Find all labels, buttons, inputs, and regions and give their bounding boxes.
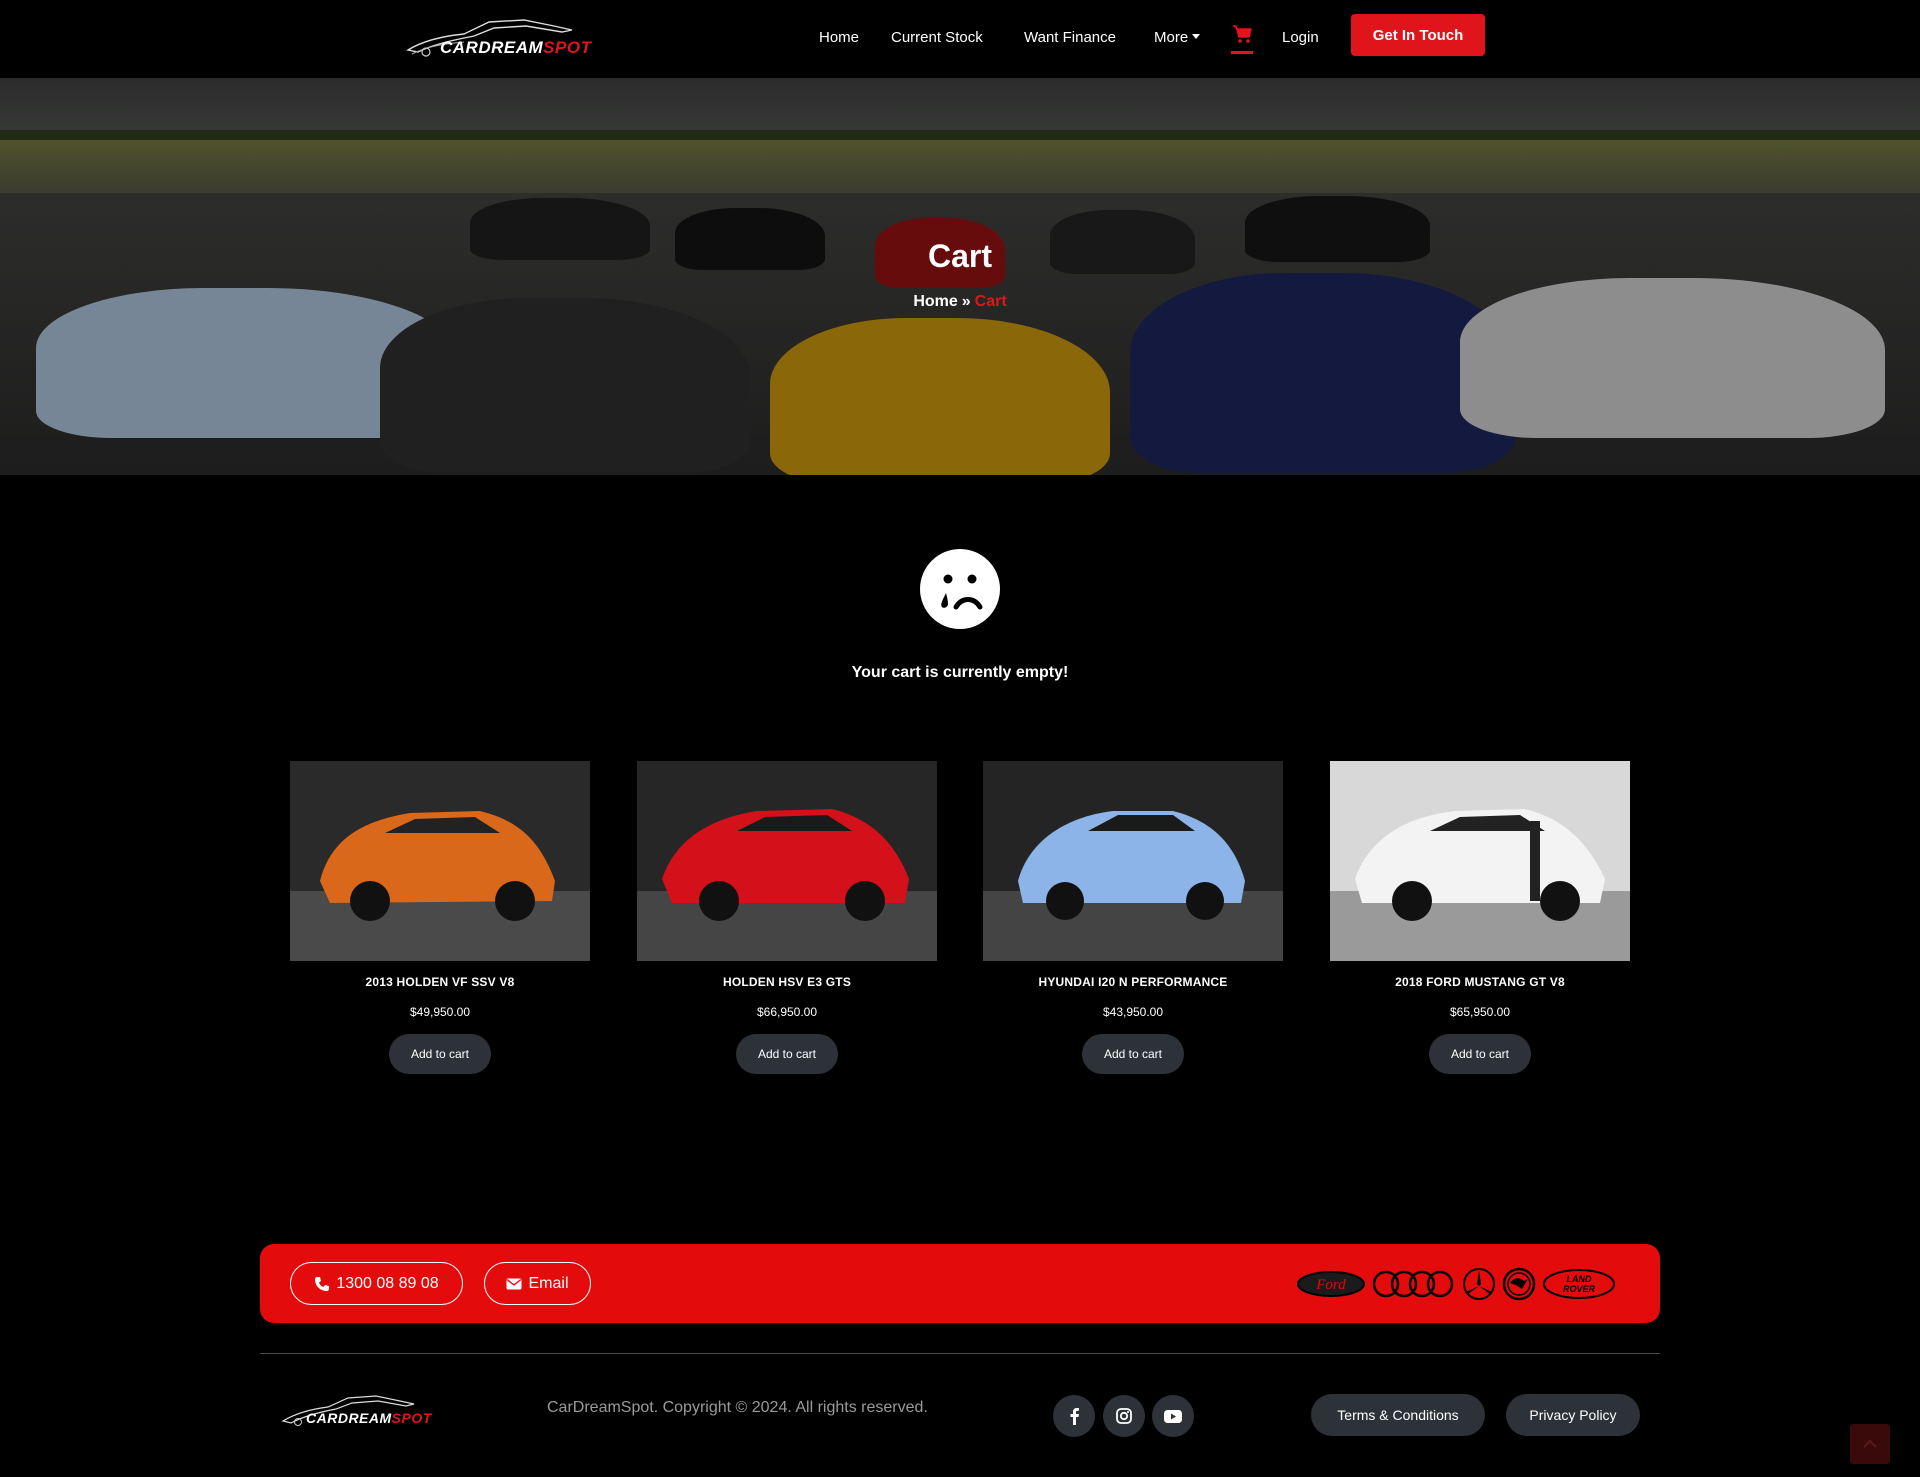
instagram-icon [1116, 1408, 1132, 1424]
sad-face-icon [920, 549, 1000, 629]
page-hero-banner: Cart Home» Cart [0, 78, 1920, 475]
svg-text:ROVER: ROVER [1563, 1284, 1596, 1294]
youtube-icon [1164, 1409, 1182, 1423]
product-image[interactable] [290, 761, 590, 961]
svg-text:Ford: Ford [1315, 1277, 1346, 1293]
footer-logo[interactable]: CARDREAMSPOT [280, 1393, 432, 1429]
product-title[interactable]: HOLDEN HSV E3 GTS [637, 975, 937, 989]
shopping-cart-icon [1233, 25, 1252, 43]
envelope-icon [506, 1278, 522, 1289]
product-price: $43,950.00 [1102, 1005, 1164, 1019]
back-to-top-button[interactable] [1850, 1424, 1890, 1464]
car-photo [290, 761, 590, 961]
product-card: HOLDEN HSV E3 GTS $66,950.00 Add to cart [637, 761, 937, 1074]
nav-login[interactable]: Login [1282, 29, 1319, 46]
breadcrumb: Home» Cart [0, 293, 1920, 311]
terms-conditions-button[interactable]: Terms & Conditions [1311, 1394, 1485, 1436]
mercedes-star-icon [1463, 1268, 1495, 1300]
product-image[interactable] [1330, 761, 1630, 961]
product-price: $66,950.00 [756, 1005, 818, 1019]
caret-down-icon [1192, 33, 1201, 39]
audi-rings-icon [1372, 1270, 1454, 1298]
contact-cta-bar: 1300 08 89 08 Email Ford LAND ROVER [260, 1244, 1660, 1323]
phone-button[interactable]: 1300 08 89 08 [290, 1262, 463, 1305]
breadcrumb-current: Cart [974, 293, 1007, 310]
product-card: HYUNDAI I20 N PERFORMANCE $43,950.00 Add… [983, 761, 1283, 1074]
get-in-touch-button[interactable]: Get In Touch [1351, 14, 1485, 56]
add-to-cart-button[interactable]: Add to cart [1082, 1034, 1184, 1074]
product-title[interactable]: 2018 FORD MUSTANG GT V8 [1330, 975, 1630, 989]
youtube-link[interactable] [1152, 1395, 1194, 1437]
nav-more-label: More [1154, 29, 1189, 46]
product-title[interactable]: 2013 HOLDEN VF SSV V8 [290, 975, 590, 989]
product-image[interactable] [637, 761, 937, 961]
product-image[interactable] [983, 761, 1283, 961]
phone-number: 1300 08 89 08 [336, 1274, 439, 1292]
email-button[interactable]: Email [484, 1262, 591, 1305]
svg-text:LAND: LAND [1567, 1274, 1592, 1284]
add-to-cart-button[interactable]: Add to cart [736, 1034, 838, 1074]
logo-text-red: SPOT [543, 38, 592, 57]
nav-home[interactable]: Home [819, 29, 859, 46]
top-navbar: CARDREAMSPOT Home Current Stock Want Fin… [0, 0, 1920, 78]
nav-current-stock[interactable]: Current Stock [891, 29, 983, 46]
nav-more-dropdown[interactable]: More [1154, 29, 1201, 46]
copyright-text: CarDreamSpot. Copyright © 2024. All righ… [547, 1399, 928, 1416]
facebook-link[interactable] [1053, 1395, 1095, 1437]
ford-logo-icon: Ford [1297, 1271, 1365, 1297]
product-price: $49,950.00 [409, 1005, 471, 1019]
instagram-link[interactable] [1103, 1395, 1145, 1437]
product-title[interactable]: HYUNDAI I20 N PERFORMANCE [983, 975, 1283, 989]
add-to-cart-button[interactable]: Add to cart [1429, 1034, 1531, 1074]
page-title: Cart [927, 238, 992, 274]
skoda-logo-icon [1502, 1267, 1536, 1301]
breadcrumb-separator: » [961, 293, 971, 310]
brand-logos: Ford LAND ROVER [1296, 1264, 1616, 1304]
logo-text-white: CARDREAM [306, 1410, 392, 1426]
facebook-icon [1070, 1408, 1079, 1425]
privacy-policy-button[interactable]: Privacy Policy [1506, 1394, 1640, 1436]
car-photo [637, 761, 937, 961]
chevron-up-icon [1863, 1439, 1877, 1448]
logo-text-white: CARDREAM [440, 38, 544, 57]
product-card: 2013 HOLDEN VF SSV V8 $49,950.00 Add to … [290, 761, 590, 1074]
nav-cart[interactable] [1231, 24, 1253, 54]
land-rover-logo-icon: LAND ROVER [1543, 1269, 1615, 1299]
nav-want-finance[interactable]: Want Finance [1024, 29, 1116, 46]
car-photo [983, 761, 1283, 961]
site-logo[interactable]: CARDREAMSPOT [404, 16, 594, 60]
logo-text-red: SPOT [391, 1410, 432, 1426]
nav-cart-active-indicator [1231, 51, 1253, 54]
breadcrumb-home-link[interactable]: Home [913, 293, 957, 310]
hero-dark-overlay [0, 78, 1920, 475]
footer-divider [260, 1353, 1660, 1354]
add-to-cart-button[interactable]: Add to cart [389, 1034, 491, 1074]
car-photo [1330, 761, 1630, 961]
empty-cart-message: Your cart is currently empty! [851, 664, 1069, 681]
product-card: 2018 FORD MUSTANG GT V8 $65,950.00 Add t… [1330, 761, 1630, 1074]
phone-icon [315, 1276, 330, 1291]
email-label: Email [528, 1274, 569, 1292]
product-price: $65,950.00 [1449, 1005, 1511, 1019]
